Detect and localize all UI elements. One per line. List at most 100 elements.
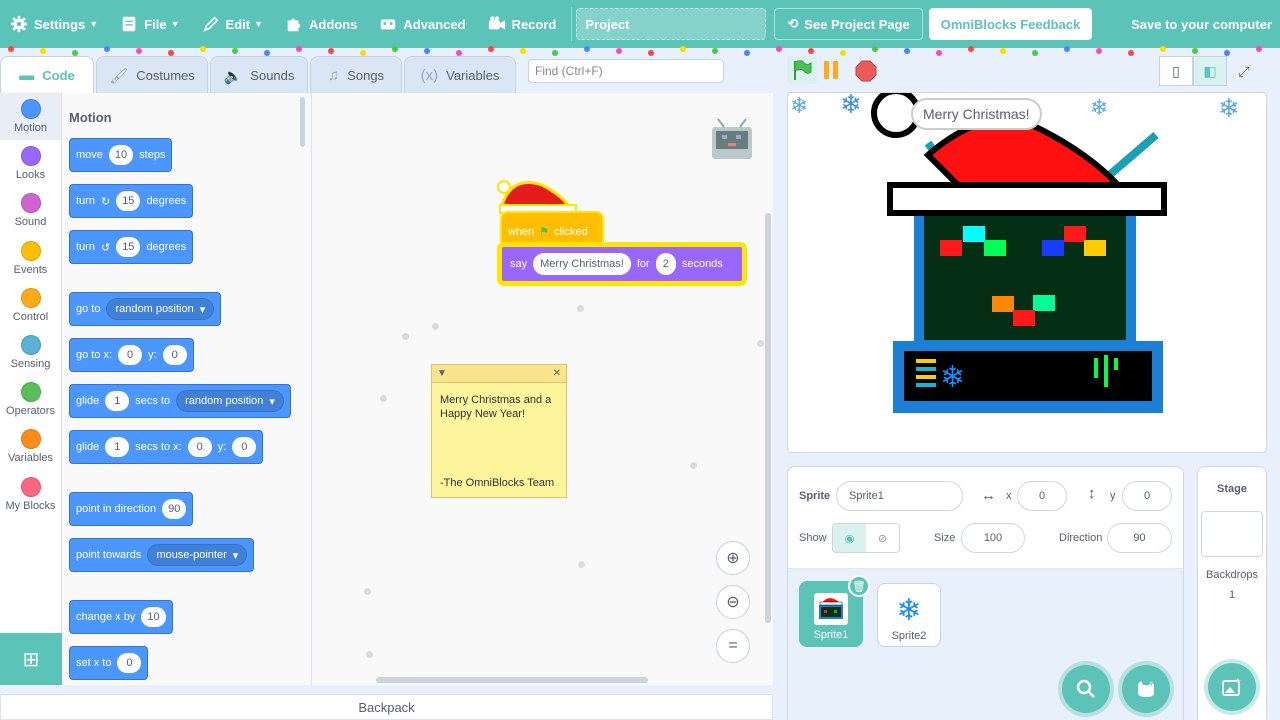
stage-selector-pane[interactable]: Stage Backdrops 1 + [1197, 466, 1267, 720]
svg-text:❄: ❄ [790, 93, 808, 118]
workspace-comment[interactable]: ▼ ✕ Merry Christmas and a Happy New Year… [431, 364, 567, 498]
eye-slash-icon[interactable]: ⊘ [866, 524, 899, 552]
add-extension-button[interactable]: ⊞ [0, 633, 62, 685]
set-x-input[interactable]: 0 [117, 653, 142, 673]
category-variables[interactable]: Variables [0, 423, 61, 470]
category-my-blocks[interactable]: My Blocks [0, 471, 61, 518]
category-events[interactable]: Events [0, 235, 61, 282]
workspace-vertical-scrollbar[interactable] [765, 213, 771, 623]
advanced-menu[interactable]: Advanced [368, 0, 476, 48]
snowflake-icon: ❄ [896, 594, 922, 627]
zoom-out-button[interactable]: ⊖ [716, 585, 750, 619]
advanced-label: Advanced [403, 16, 466, 32]
light-bulb [808, 48, 814, 54]
say-text-input[interactable]: Merry Christmas! [533, 253, 631, 275]
towards-dropdown[interactable]: mouse-pointer ▾ [147, 544, 248, 566]
direction-input[interactable]: 90 [162, 499, 187, 519]
category-control[interactable]: Control [0, 282, 61, 329]
block-go-to-xy[interactable]: go to x: 0 y: 0 [69, 338, 194, 372]
tab-songs[interactable]: ♫ Songs [310, 56, 402, 94]
seconds-input[interactable]: 2 [655, 253, 676, 275]
addons-menu[interactable]: Addons [274, 0, 368, 48]
tab-costumes[interactable]: 🖌 Costumes [96, 56, 208, 94]
feedback-button[interactable]: OmniBlocks Feedback [928, 8, 1093, 40]
block-point-direction[interactable]: point in direction 90 [69, 492, 194, 526]
small-stage-button[interactable]: ▯ [1159, 56, 1193, 86]
zoom-in-button[interactable]: ⊕ [716, 541, 750, 575]
steps-input[interactable]: 10 [108, 145, 134, 165]
size-input[interactable]: 100 [961, 523, 1025, 553]
sprite-tile-sprite2[interactable]: ❄ Sprite2 [877, 583, 941, 647]
degrees-input[interactable]: 15 [116, 191, 141, 211]
category-sensing[interactable]: Sensing [0, 329, 61, 376]
find-input[interactable]: Find (Ctrl+F) [528, 59, 724, 83]
tab-variables[interactable]: (x) Variables [404, 56, 516, 94]
palette-scrollbar[interactable] [300, 97, 305, 147]
file-menu[interactable]: File ▼ [109, 0, 190, 48]
stop-button[interactable] [855, 60, 877, 82]
category-color-dot [20, 240, 41, 261]
block-go-to[interactable]: go to random position ▾ [69, 292, 222, 326]
eye-icon[interactable]: ◉ [833, 524, 866, 552]
search-sprite-button[interactable] [1062, 665, 1110, 713]
x-input[interactable]: 0 [1017, 481, 1067, 511]
delete-sprite-button[interactable]: 🗑 [848, 575, 870, 597]
category-motion[interactable]: Motion [0, 93, 61, 141]
block-change-x[interactable]: change x by 10 [69, 600, 173, 634]
green-flag-button[interactable] [787, 56, 817, 84]
block-set-x[interactable]: set x to 0 [69, 646, 149, 680]
svg-text:+: + [1235, 676, 1241, 687]
x-label: x [1006, 490, 1012, 502]
settings-menu[interactable]: Settings ▼ [0, 0, 109, 48]
block-glide-xy[interactable]: glide 1 secs to x: 0 y: 0 [69, 430, 264, 464]
feedback-label: OmniBlocks Feedback [940, 16, 1081, 32]
sprite-name-input[interactable]: Sprite1 [836, 481, 963, 511]
degrees-input[interactable]: 15 [116, 237, 141, 257]
x-input[interactable]: 0 [187, 437, 212, 457]
y-input[interactable]: 0 [1122, 481, 1172, 511]
secs-input[interactable]: 1 [105, 437, 130, 457]
say-for-secs-block[interactable]: say Merry Christmas! for 2 seconds [500, 245, 744, 283]
y-input[interactable]: 0 [162, 345, 187, 365]
secs-input[interactable]: 1 [105, 391, 130, 411]
block-turn-left[interactable]: turn ↺ 15 degrees [69, 230, 194, 264]
stage-canvas[interactable]: ❄ ❄ ❄ ❄ ❄ Merry Christmas! [787, 92, 1267, 453]
when-flag-clicked-block[interactable]: when ⚑ clicked [500, 211, 604, 245]
y-input[interactable]: 0 [232, 437, 257, 457]
block-point-towards[interactable]: point towards mouse-pointer ▾ [69, 538, 255, 572]
add-backdrop-button[interactable]: + [1208, 663, 1256, 711]
green-flag-icon [794, 60, 812, 80]
zoom-reset-button[interactable]: = [716, 629, 750, 663]
fullscreen-button[interactable]: ⤢ [1227, 56, 1261, 86]
backdrop-thumbnail[interactable] [1201, 511, 1263, 557]
change-x-input[interactable]: 10 [141, 607, 166, 627]
save-button[interactable]: Save to your computer [1131, 17, 1280, 32]
edit-menu[interactable]: Edit ▼ [191, 0, 274, 48]
glide-dropdown[interactable]: random position ▾ [176, 390, 284, 412]
tab-code[interactable]: ▬ Code [0, 56, 94, 94]
block-turn-right[interactable]: turn ↻ 15 degrees [69, 184, 194, 218]
add-sprite-button[interactable]: + [1122, 665, 1170, 713]
go-to-dropdown[interactable]: random position ▾ [106, 298, 215, 320]
snowflake-dot [432, 323, 439, 330]
comment-text[interactable]: Merry Christmas and a Happy New Year! [432, 383, 566, 431]
normal-stage-button[interactable]: ◧ [1193, 56, 1227, 86]
tab-sounds[interactable]: 🔈 Sounds [210, 56, 308, 94]
category-looks[interactable]: Looks [0, 140, 61, 187]
category-sound[interactable]: Sound [0, 187, 61, 234]
project-title-input[interactable]: Project [576, 8, 767, 40]
code-workspace[interactable]: when ⚑ clicked say Merry Christmas! for … [312, 93, 773, 685]
workspace-horizontal-scrollbar[interactable] [376, 677, 648, 683]
record-menu[interactable]: Record [477, 0, 568, 48]
category-operators[interactable]: Operators [0, 376, 61, 423]
x-input[interactable]: 0 [118, 345, 143, 365]
block-move-steps[interactable]: move 10 steps [69, 138, 173, 172]
direction-input[interactable]: 90 [1107, 523, 1172, 553]
block-glide[interactable]: glide 1 secs to random position ▾ [69, 384, 291, 418]
see-project-page-button[interactable]: ⟲ See Project Page [774, 8, 923, 40]
pause-button[interactable] [821, 60, 841, 80]
category-label: Sensing [10, 358, 51, 371]
backpack-bar[interactable]: Backpack [0, 694, 773, 720]
close-icon[interactable]: ✕ [553, 368, 561, 379]
collapse-icon[interactable]: ▼ [437, 368, 447, 379]
